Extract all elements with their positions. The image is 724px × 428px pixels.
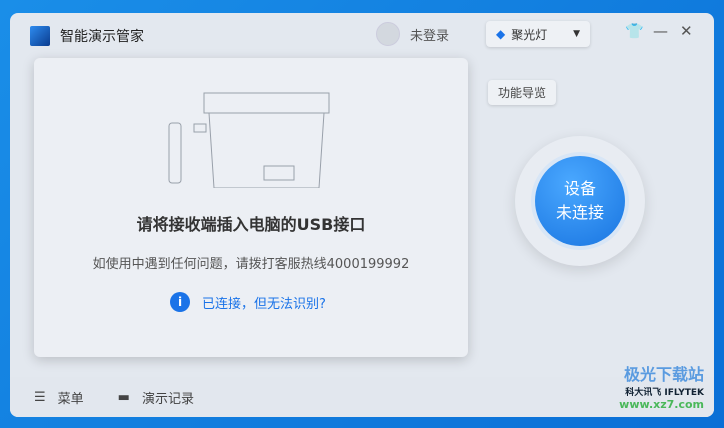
- menu-icon: ☰: [34, 389, 46, 405]
- laptop-illustration: [168, 92, 330, 188]
- app-logo-icon: [30, 26, 50, 46]
- login-label: 未登录: [410, 28, 450, 44]
- app-window: 智能演示管家 未登录 ◆ 聚光灯 ▼ 👕 — ✕ 请将接收端插入电脑的USB接口 如…: [10, 13, 714, 417]
- watermark-site: 极光下载站: [623, 365, 704, 384]
- login-button[interactable]: 未登录: [376, 22, 449, 46]
- watermark-url: www.xz7.com: [619, 398, 704, 411]
- minimize-icon[interactable]: —: [653, 22, 668, 40]
- mode-dropdown[interactable]: ◆ 聚光灯 ▼: [486, 21, 590, 47]
- mode-label: 聚光灯: [511, 27, 548, 42]
- status-line2: 未连接: [555, 203, 604, 222]
- watermark-brand: 科大讯飞 IFLYTEK: [625, 388, 704, 398]
- app-title: 智能演示管家: [60, 29, 144, 45]
- info-icon: i: [170, 292, 190, 312]
- records-label: 演示记录: [141, 391, 194, 407]
- avatar-icon: [376, 22, 400, 46]
- menu-label: 菜单: [57, 391, 84, 407]
- spotlight-icon: ◆: [496, 27, 506, 41]
- device-status-button[interactable]: 设备 未连接: [535, 156, 625, 246]
- feature-guide-button[interactable]: 功能导览: [488, 80, 557, 105]
- help-link[interactable]: i 已连接，但无法识别?: [170, 292, 326, 312]
- hotline-text: 如使用中遇到任何问题，请拨打客服热线4000199992: [92, 257, 410, 272]
- menu-button[interactable]: ☰ 菜单: [34, 388, 84, 407]
- instruction-heading: 请将接收端插入电脑的USB接口: [136, 215, 366, 234]
- projector-icon: ▬: [117, 389, 130, 405]
- status-ring: 设备 未连接: [515, 136, 645, 266]
- connection-card: 请将接收端插入电脑的USB接口 如使用中遇到任何问题，请拨打客服热线400019…: [34, 58, 468, 357]
- close-icon[interactable]: ✕: [680, 22, 693, 40]
- chevron-down-icon: ▼: [573, 29, 580, 39]
- records-button[interactable]: ▬ 演示记录: [118, 388, 194, 407]
- status-line1: 设备: [563, 179, 596, 198]
- skin-icon[interactable]: 👕: [625, 22, 644, 40]
- help-link-label: 已连接，但无法识别?: [202, 296, 326, 312]
- footer: ☰ 菜单 ▬ 演示记录 极光下载站科大讯飞 IFLYTEK www.xz7.com: [10, 365, 714, 417]
- watermark: 极光下载站科大讯飞 IFLYTEK www.xz7.com: [619, 361, 704, 411]
